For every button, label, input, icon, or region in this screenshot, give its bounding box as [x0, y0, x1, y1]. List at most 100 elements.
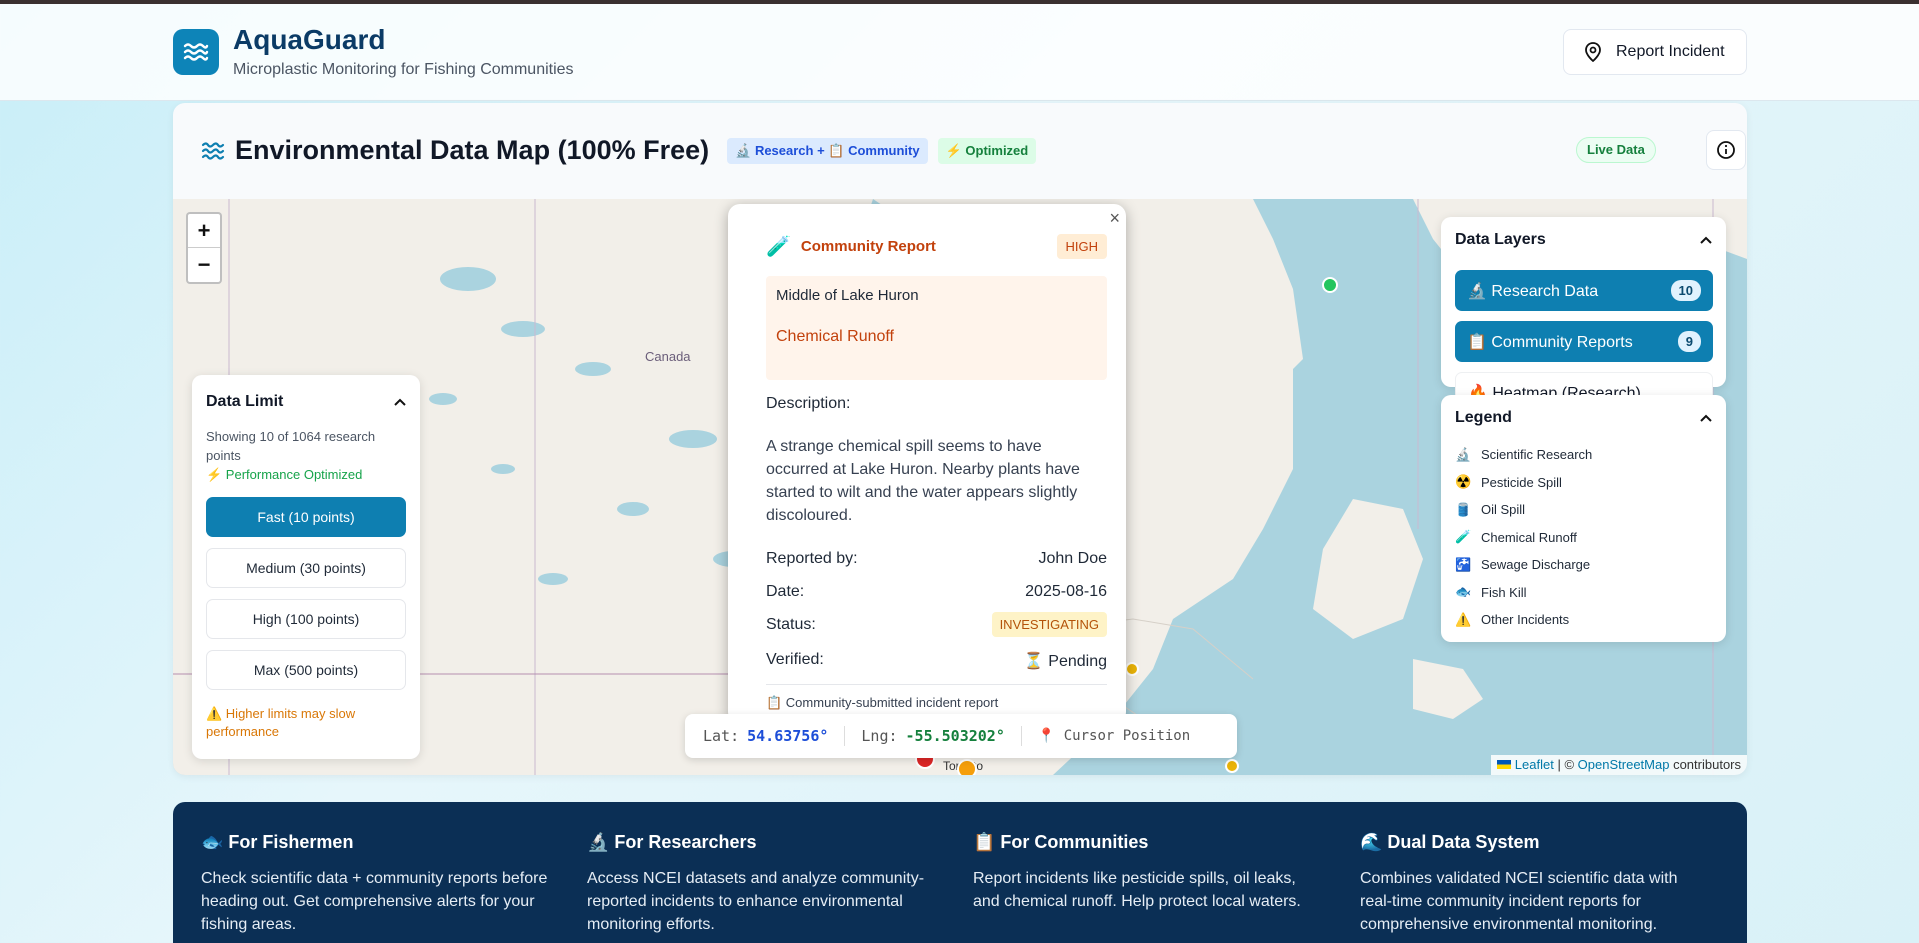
feature-footer: 🐟 For Fishermen Check scientific data + …	[173, 802, 1747, 943]
verified-row: Verified: ⏳ Pending	[766, 651, 1107, 671]
limit-max-button[interactable]: Max (500 points)	[206, 650, 406, 690]
chevron-up-icon[interactable]	[1700, 414, 1712, 422]
legend-label: Chemical Runoff	[1481, 529, 1577, 545]
info-button[interactable]	[1706, 130, 1746, 170]
app-title: AquaGuard	[233, 24, 386, 55]
waves-icon	[201, 141, 225, 160]
incident-popup: × 🧪 Community Report HIGH Middle of Lake…	[728, 204, 1126, 724]
map-attribution: Leaflet | © OpenStreetMap contributors	[1491, 755, 1747, 775]
reported-by-label: Reported by:	[766, 550, 858, 567]
research-marker[interactable]	[1322, 277, 1338, 293]
info-icon	[1717, 141, 1735, 159]
attribution-contributors: contributors	[1673, 757, 1741, 772]
lat-value: 54.63756°	[747, 727, 829, 745]
legend-item: 🛢️ Oil Spill	[1455, 496, 1592, 524]
incident-location: Middle of Lake Huron	[776, 287, 919, 304]
radioactive-icon: ☢️	[1455, 474, 1472, 490]
footer-text: Access NCEI datasets and analyze communi…	[587, 870, 925, 933]
reported-by-row: Reported by: John Doe	[766, 550, 1107, 568]
close-icon[interactable]: ×	[1109, 208, 1120, 229]
zoom-control: + −	[186, 212, 222, 284]
report-incident-button[interactable]: Report Incident	[1563, 29, 1747, 75]
legend-item: 🧪 Chemical Runoff	[1455, 524, 1592, 552]
map-label-canada: Canada	[645, 349, 691, 364]
optimized-badge: ⚡ Optimized	[937, 137, 1037, 164]
lng-value: -55.503202°	[905, 727, 1005, 745]
footer-title: 🌊 Dual Data System	[1360, 832, 1540, 852]
legend-list: 🔬 Scientific Research ☢️ Pesticide Spill 🛢…	[1455, 441, 1592, 634]
limit-fast-button[interactable]: Fast (10 points)	[206, 497, 406, 537]
layer-community-count: 9	[1677, 331, 1701, 352]
legend-label: Sewage Discharge	[1481, 557, 1591, 573]
test-tube-icon: 🧪	[1455, 529, 1472, 545]
footer-col-dual-system: 🌊 Dual Data System Combines validated NC…	[1360, 832, 1710, 936]
severity-badge: HIGH	[1056, 234, 1107, 259]
footer-title: 🐟 For Fishermen	[201, 832, 354, 852]
zoom-in-button[interactable]: +	[188, 214, 220, 248]
app-header: AquaGuard Microplastic Monitoring for Fi…	[0, 4, 1919, 101]
footer-col-fishermen: 🐟 For Fishermen Check scientific data + …	[201, 832, 551, 936]
layer-community-toggle[interactable]: 📋 Community Reports 9	[1455, 321, 1713, 362]
description-label: Description:	[766, 395, 851, 412]
waves-icon	[173, 29, 219, 75]
footer-text: Combines validated NCEI scientific data …	[1360, 870, 1678, 933]
legend-label: Scientific Research	[1481, 447, 1593, 463]
performance-warning: ⚠️ Higher limits may slow performance	[206, 706, 356, 739]
legend-label: Pesticide Spill	[1481, 474, 1562, 490]
incident-marker[interactable]	[1125, 662, 1139, 676]
layer-research-toggle[interactable]: 🔬 Research Data 10	[1455, 270, 1713, 311]
incident-marker[interactable]	[1225, 759, 1239, 773]
chevron-up-icon[interactable]	[1700, 236, 1712, 244]
fish-icon: 🐟	[1455, 584, 1472, 600]
map-card-title-row: Environmental Data Map (100% Free) 🔬 Res…	[201, 135, 1037, 166]
attribution-separator: | ©	[1557, 757, 1575, 772]
ukraine-flag-icon	[1497, 760, 1512, 769]
research-community-badge: 🔬 Research + 📋 Community	[727, 137, 928, 164]
coords-divider	[1020, 726, 1022, 746]
live-data-badge: Live Data	[1576, 137, 1656, 163]
map-card: Environmental Data Map (100% Free) 🔬 Res…	[173, 103, 1747, 775]
footer-col-communities: 📋 For Communities Report incidents like …	[973, 832, 1323, 913]
chevron-up-icon[interactable]	[394, 398, 406, 406]
legend-item: 🚰 Sewage Discharge	[1455, 551, 1592, 579]
data-layers-panel: Data Layers 🔬 Research Data 10 📋 Communi…	[1441, 217, 1726, 413]
cursor-position-readout: Lat: 54.63756° Lng: -55.503202° 📍 Cursor…	[685, 714, 1237, 758]
legend-label: Fish Kill	[1481, 584, 1527, 600]
report-incident-label: Report Incident	[1616, 43, 1725, 60]
app-subtitle: Microplastic Monitoring for Fishing Comm…	[233, 61, 574, 78]
leaflet-link[interactable]: Leaflet	[1515, 757, 1554, 772]
map-view[interactable]: Canada Toronto + − Data Limit Showing 10…	[173, 199, 1747, 775]
limit-medium-button[interactable]: Medium (30 points)	[206, 548, 406, 588]
microscope-icon: 🔬	[1455, 446, 1472, 462]
legend-item: ☢️ Pesticide Spill	[1455, 469, 1592, 497]
status-row: Status: INVESTIGATING	[766, 612, 1107, 637]
data-layers-title: Data Layers	[1455, 231, 1546, 248]
incident-location-box: Middle of Lake Huron Chemical Runoff	[766, 276, 1107, 380]
legend-item: 🐟 Fish Kill	[1455, 579, 1592, 607]
water-tap-icon: 🚰	[1455, 556, 1472, 572]
layer-community-label: 📋 Community Reports	[1467, 333, 1633, 351]
reported-by-value: John Doe	[1038, 550, 1108, 567]
map-card-header: Environmental Data Map (100% Free) 🔬 Res…	[173, 103, 1747, 199]
incident-marker[interactable]	[957, 759, 977, 775]
popup-footnote: 📋 Community-submitted incident report	[766, 695, 999, 710]
map-card-title: Environmental Data Map (100% Free)	[235, 135, 710, 165]
incident-type: Chemical Runoff	[776, 328, 894, 345]
legend-item: 🔬 Scientific Research	[1455, 441, 1592, 469]
legend-panel: Legend 🔬 Scientific Research ☢️ Pesticide …	[1441, 395, 1726, 642]
date-label: Date:	[766, 583, 805, 600]
lat-label: Lat:	[703, 727, 740, 745]
data-limit-panel: Data Limit Showing 10 of 1064 research p…	[192, 375, 420, 759]
warning-icon: ⚠️	[1455, 611, 1472, 627]
test-tube-icon: 🧪	[766, 236, 791, 258]
osm-link[interactable]: OpenStreetMap	[1578, 757, 1670, 772]
zoom-out-button[interactable]: −	[188, 248, 220, 282]
legend-item: ⚠️ Other Incidents	[1455, 606, 1592, 634]
legend-label: Other Incidents	[1481, 612, 1570, 628]
incident-description: A strange chemical spill seems to have o…	[766, 438, 1080, 524]
status-badge: INVESTIGATING	[991, 612, 1107, 637]
performance-optimized-text: ⚡ Performance Optimized	[206, 467, 363, 482]
legend-title: Legend	[1455, 409, 1512, 426]
cursor-position-label: 📍 Cursor Position	[1037, 728, 1191, 744]
limit-high-button[interactable]: High (100 points)	[206, 599, 406, 639]
